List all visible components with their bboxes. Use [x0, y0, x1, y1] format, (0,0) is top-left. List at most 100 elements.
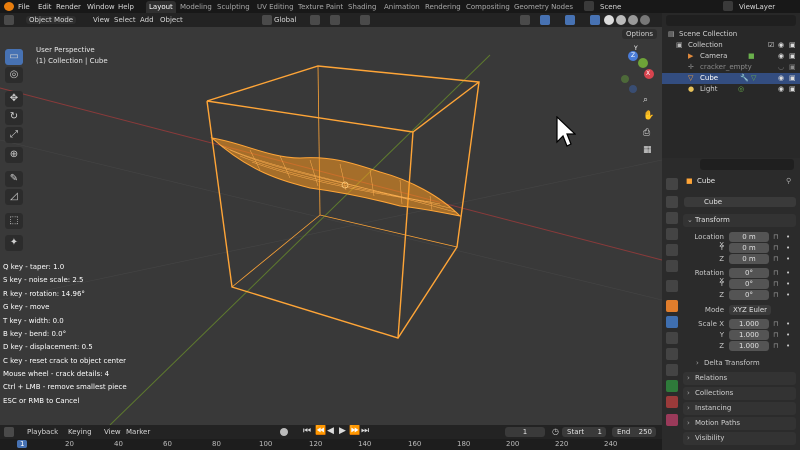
- scene-icon[interactable]: [584, 1, 594, 11]
- play-reverse-icon[interactable]: ◀: [327, 426, 334, 436]
- transform-panel-header[interactable]: ⌄ Transform: [683, 214, 796, 227]
- eye-icon[interactable]: ◉: [778, 73, 784, 84]
- shading-rendered-icon[interactable]: [640, 15, 650, 25]
- keyframe-dot-icon[interactable]: •: [786, 291, 790, 299]
- data-tab-icon[interactable]: [666, 380, 678, 392]
- lock-icon[interactable]: ⊓: [773, 291, 778, 299]
- workspace-tab-layout[interactable]: Layout: [146, 1, 176, 13]
- jump-start-icon[interactable]: ⏮: [303, 426, 311, 436]
- shading-solid-icon[interactable]: [616, 15, 626, 25]
- constraints-tab-icon[interactable]: [666, 364, 678, 376]
- outliner-search-input[interactable]: [666, 15, 796, 26]
- crack-tool[interactable]: ✦: [5, 235, 23, 251]
- checkbox-icon[interactable]: ☑: [768, 40, 774, 51]
- render-camera-icon[interactable]: ▣: [789, 84, 796, 95]
- lock-icon[interactable]: ⊓: [773, 255, 778, 263]
- properties-search-input[interactable]: [700, 159, 794, 170]
- clock-icon[interactable]: ◷: [552, 427, 559, 436]
- viewport-3d[interactable]: Y X Z User Perspective (1) Collection | …: [0, 27, 662, 425]
- current-frame-field[interactable]: 1: [505, 427, 545, 437]
- tool-tab-icon[interactable]: [666, 178, 678, 190]
- scene-name[interactable]: Scene: [600, 2, 621, 12]
- location-z-field[interactable]: 0 m: [729, 254, 769, 264]
- relations-panel-header[interactable]: Relations: [683, 372, 796, 385]
- modifier-tab-icon[interactable]: [666, 316, 678, 328]
- particles-tab-icon[interactable]: [666, 332, 678, 344]
- keying-menu[interactable]: Keying: [68, 428, 92, 436]
- transform-orientation-icon[interactable]: [262, 15, 272, 25]
- workspace-tab-sculpting[interactable]: Sculpting: [214, 1, 253, 13]
- timeline-editor-icon[interactable]: [4, 427, 14, 437]
- timeline-view-menu[interactable]: View: [104, 428, 121, 436]
- keyframe-dot-icon[interactable]: •: [786, 280, 790, 288]
- scale-tool[interactable]: ⤢: [5, 127, 23, 143]
- transform-orientation-dropdown[interactable]: Global: [274, 16, 296, 24]
- mode-dropdown[interactable]: Object Mode: [26, 16, 77, 24]
- auto-keying-icon[interactable]: [280, 428, 288, 436]
- options-dropdown[interactable]: Options: [622, 29, 658, 39]
- ortho-grid-icon[interactable]: ▦: [643, 145, 655, 157]
- object-tab-icon[interactable]: [666, 300, 678, 312]
- end-frame-field[interactable]: End 250: [612, 427, 656, 437]
- keyframe-dot-icon[interactable]: •: [786, 342, 790, 350]
- snap-icon[interactable]: [330, 15, 340, 25]
- shading-wireframe-icon[interactable]: [604, 15, 614, 25]
- xray-icon[interactable]: [590, 15, 600, 25]
- workspace-tab-uv-editing[interactable]: UV Editing: [254, 1, 297, 13]
- next-keyframe-icon[interactable]: ⏩: [349, 426, 360, 436]
- move-tool[interactable]: ✥: [5, 91, 23, 107]
- outliner-row-scene-collection[interactable]: ▤ Scene Collection: [662, 29, 800, 40]
- render-camera-icon[interactable]: ▣: [789, 73, 796, 84]
- rotate-tool[interactable]: ↻: [5, 109, 23, 125]
- proportional-edit-icon[interactable]: [360, 15, 370, 25]
- eye-icon[interactable]: ◉: [778, 51, 784, 62]
- jump-end-icon[interactable]: ⏭: [361, 426, 369, 436]
- instancing-panel-header[interactable]: Instancing: [683, 402, 796, 415]
- delta-transform-subpanel[interactable]: › Delta Transform: [694, 358, 794, 369]
- camera-view-icon[interactable]: ⎙: [643, 128, 655, 140]
- workspace-tab-animation[interactable]: Animation: [381, 1, 423, 13]
- rotation-mode-dropdown[interactable]: XYZ Euler: [729, 305, 771, 315]
- marker-menu[interactable]: Marker: [126, 428, 150, 436]
- lock-icon[interactable]: ⊓: [773, 342, 778, 350]
- scene-tab-icon[interactable]: [666, 244, 678, 256]
- scale-z-field[interactable]: 1.000: [729, 341, 769, 351]
- menu-add[interactable]: Add: [140, 16, 154, 24]
- render-camera-icon[interactable]: ▣: [789, 62, 796, 73]
- workspace-tab-compositing[interactable]: Compositing: [463, 1, 513, 13]
- menu-help[interactable]: Help: [118, 2, 134, 12]
- pan-hand-icon[interactable]: ✋: [643, 111, 655, 123]
- playhead-frame[interactable]: 1: [17, 440, 28, 448]
- eye-closed-icon[interactable]: ◡: [778, 62, 784, 73]
- prev-keyframe-icon[interactable]: ⏪: [315, 426, 326, 436]
- transform-tool[interactable]: ⊕: [5, 147, 23, 163]
- collections-panel-header[interactable]: Collections: [683, 387, 796, 400]
- zoom-icon[interactable]: ⌕: [643, 95, 655, 107]
- menu-render[interactable]: Render: [56, 2, 81, 12]
- visibility-panel-header[interactable]: Visibility: [683, 432, 796, 445]
- datablock-field[interactable]: Cube: [684, 197, 796, 207]
- scale-x-field[interactable]: 1.000: [729, 319, 769, 329]
- menu-select[interactable]: Select: [114, 16, 136, 24]
- keyframe-dot-icon[interactable]: •: [786, 269, 790, 277]
- gizmo-toggle-icon[interactable]: [540, 15, 550, 25]
- keyframe-dot-icon[interactable]: •: [786, 320, 790, 328]
- workspace-tab-geometry-nodes[interactable]: Geometry Nodes: [511, 1, 576, 13]
- workspace-tab-texture-paint[interactable]: Texture Paint: [295, 1, 346, 13]
- lock-icon[interactable]: ⊓: [773, 331, 778, 339]
- workspace-tab-modeling[interactable]: Modeling: [177, 1, 215, 13]
- rotation-y-field[interactable]: 0°: [729, 279, 769, 289]
- motion-paths-panel-header[interactable]: Motion Paths: [683, 417, 796, 430]
- measure-tool[interactable]: ◿: [5, 189, 23, 205]
- rotation-x-field[interactable]: 0°: [729, 268, 769, 278]
- lock-icon[interactable]: ⊓: [773, 280, 778, 288]
- pivot-icon[interactable]: [310, 15, 320, 25]
- workspace-tab-shading[interactable]: Shading: [345, 1, 379, 13]
- view-layer-name[interactable]: ViewLayer: [739, 2, 775, 12]
- annotate-tool[interactable]: ✎: [5, 171, 23, 187]
- outliner-row-cracker-empty[interactable]: ✛ cracker_empty ◡ ▣: [662, 62, 800, 73]
- physics-tab-icon[interactable]: [666, 348, 678, 360]
- output-tab-icon[interactable]: [666, 212, 678, 224]
- start-frame-field[interactable]: Start 1: [562, 427, 606, 437]
- keyframe-dot-icon[interactable]: •: [786, 233, 790, 241]
